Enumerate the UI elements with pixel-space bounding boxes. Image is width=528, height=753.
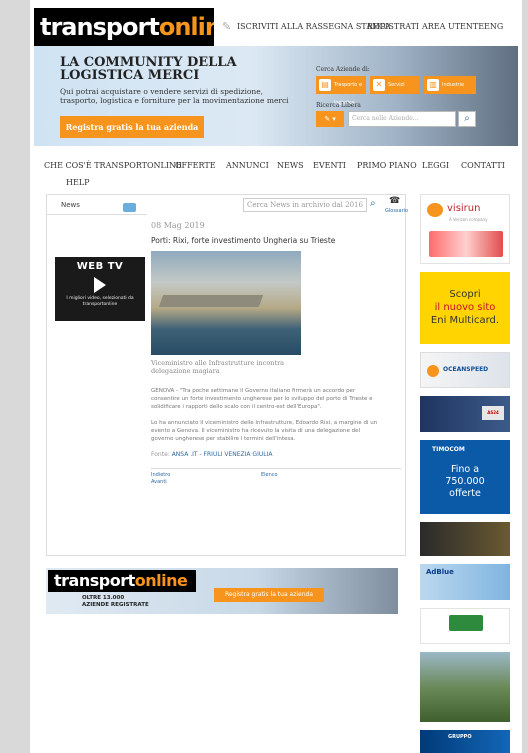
timocom-brand: TIMOCOM <box>432 446 465 453</box>
chat-icon[interactable] <box>123 203 136 212</box>
article: 08 Mag 2019 Porti: Rixi, forte investime… <box>151 221 401 488</box>
hero-banner: LA COMMUNITY DELLA LOGISTICA MERCI Qui p… <box>34 46 518 146</box>
back-link[interactable]: Indietro <box>151 472 170 478</box>
source-label: Fonte: <box>151 451 170 458</box>
logo-primary: transport <box>40 13 160 41</box>
source-link[interactable]: ANSA .IT - FRIULI VENEZIA GIULIA <box>172 451 273 458</box>
free-search-label: Ricerca Libera <box>316 102 361 109</box>
ad-visirun-name: visirun <box>447 203 481 214</box>
factory-icon: ▥ <box>427 79 439 91</box>
as24-badge: AS24 <box>482 406 504 420</box>
webtv-subtitle: I migliori video, selezionati da transpo… <box>66 296 134 307</box>
article-title: Porti: Rixi, forte investimento Ungheria… <box>151 236 336 245</box>
chip-transport[interactable]: ▤ Trasporto e logistica <box>316 76 366 106</box>
article-source: Fonte: ANSA .IT - FRIULI VENEZIA GIULIA <box>151 451 401 458</box>
news-panel: News Cerca News in archivio dal 2016 ⌕ ☎… <box>46 194 408 556</box>
ocean-logo-icon <box>427 365 439 377</box>
ad-visirun[interactable]: visirun A Verizon company <box>420 194 510 264</box>
nav-item-contacts[interactable]: CONTATTI <box>461 161 505 170</box>
ad-eco[interactable] <box>420 608 510 644</box>
next-link[interactable]: Avanti <box>151 479 167 485</box>
article-date: 08 Mag 2019 <box>151 221 205 230</box>
free-search-input[interactable]: Cerca nelle Aziende... <box>348 111 456 127</box>
nav-item-headlines[interactable]: PRIMO PIANO <box>357 161 417 170</box>
register-link[interactable]: REGISTRATI <box>367 22 419 31</box>
ad-visirun-tag: A Verizon company <box>449 217 488 222</box>
glossary-link[interactable]: Glossario <box>385 208 408 214</box>
company-search-box: Cerca Aziende di: ▤ Trasporto e logistica… <box>310 46 480 136</box>
search-icon[interactable]: ⌕ <box>370 198 376 209</box>
bottom-banner-subtitle: OLTRE 13.000 AZIENDE REGISTRATE <box>82 595 149 608</box>
article-body: GENOVA - "Tra poche settimane il Governo… <box>151 387 381 443</box>
ad-group[interactable]: GRUPPO <box>420 730 510 753</box>
register-company-button[interactable]: Registra gratis la tua azienda <box>60 116 204 138</box>
devices-image <box>429 231 503 257</box>
category-select[interactable]: ✎ ▾ <box>316 111 344 127</box>
bottom-register-button[interactable]: Registra gratis la tua azienda <box>214 588 324 602</box>
banner-subtitle: Qui potrai acquistare o vendere servizi … <box>60 87 289 105</box>
nav-item-ads[interactable]: ANNUNCI <box>226 161 269 170</box>
nav-item-help[interactable]: HELP <box>66 178 90 187</box>
article-paragraph: GENOVA - "Tra poche settimane il Governo… <box>151 388 373 410</box>
ad-as24[interactable]: AS24 <box>420 396 510 432</box>
article-paragraph: Lo ha annunciato il viceministro delle I… <box>151 420 378 442</box>
page: transportonline ✎ ISCRIVITI ALLA RASSEGN… <box>30 0 522 753</box>
nav-item-about[interactable]: CHE COS'È TRANSPORTONLINE <box>44 161 182 170</box>
webtv-title: WEB TV <box>76 261 124 272</box>
tab-news-label: News <box>61 201 80 209</box>
news-search-input[interactable]: Cerca News in archivio dal 2016 <box>243 198 367 212</box>
nav-item-news[interactable]: NEWS <box>277 161 304 170</box>
tools-icon: ✕ <box>373 79 385 91</box>
ad-eni[interactable]: Scopri il nuovo sito Eni Multicard. <box>420 272 510 344</box>
bottom-banner[interactable]: transportonline OLTRE 13.000 AZIENDE REG… <box>46 568 398 614</box>
ad-adblue[interactable]: AdBlue <box>420 564 510 600</box>
search-icon[interactable]: ⌕ <box>458 111 476 127</box>
language-link[interactable]: ENG <box>484 22 503 31</box>
sidebar-ads: visirun A Verizon company Scopri il nuov… <box>420 194 510 753</box>
ad-crane[interactable] <box>420 652 510 722</box>
nav-item-laws[interactable]: LEGGI <box>422 161 449 170</box>
truck-icon: ▤ <box>319 79 331 91</box>
chip-industries[interactable]: ▥ Industrie <box>424 76 476 94</box>
play-icon <box>94 277 106 293</box>
timocom-offer: Fino a 750.000 offerte <box>445 464 485 499</box>
port-pier-image <box>158 295 264 307</box>
user-area-link[interactable]: AREA UTENTE <box>422 22 484 31</box>
nav-item-offers[interactable]: OFFERTE <box>175 161 216 170</box>
ad-port[interactable] <box>420 522 510 556</box>
phone-icon[interactable]: ☎ <box>389 196 400 206</box>
logo-accent: online <box>158 13 214 41</box>
list-link[interactable]: Elenco <box>261 472 278 478</box>
article-caption: Viceministro alle Infrastrutture incontr… <box>151 359 285 375</box>
ad-oceanspeed[interactable]: OCEANSPEED <box>420 352 510 388</box>
search-companies-label: Cerca Aziende di: <box>316 66 370 73</box>
eco-logo-icon <box>449 615 483 631</box>
nav-item-events[interactable]: EVENTI <box>313 161 346 170</box>
ad-timocom[interactable]: TIMOCOM Fino a 750.000 offerte <box>420 440 510 514</box>
owl-icon <box>427 203 443 217</box>
chip-services[interactable]: ✕ Servizi <box>370 76 420 94</box>
main-navigation: CHE COS'È TRANSPORTONLINE OFFERTE ANNUNC… <box>44 157 514 189</box>
site-logo[interactable]: transportonline <box>34 8 214 46</box>
banner-title: LA COMMUNITY DELLA LOGISTICA MERCI <box>60 55 237 83</box>
article-photo <box>151 251 301 355</box>
pen-icon: ✎ <box>222 20 232 33</box>
webtv-box[interactable]: WEB TV I migliori video, selezionati da … <box>55 257 145 321</box>
top-navigation: ✎ ISCRIVITI ALLA RASSEGNA STAMPA REGISTR… <box>222 20 522 36</box>
bottom-banner-logo: transportonline <box>48 570 196 592</box>
article-navigation: Indietro Avanti Elenco <box>151 468 401 488</box>
